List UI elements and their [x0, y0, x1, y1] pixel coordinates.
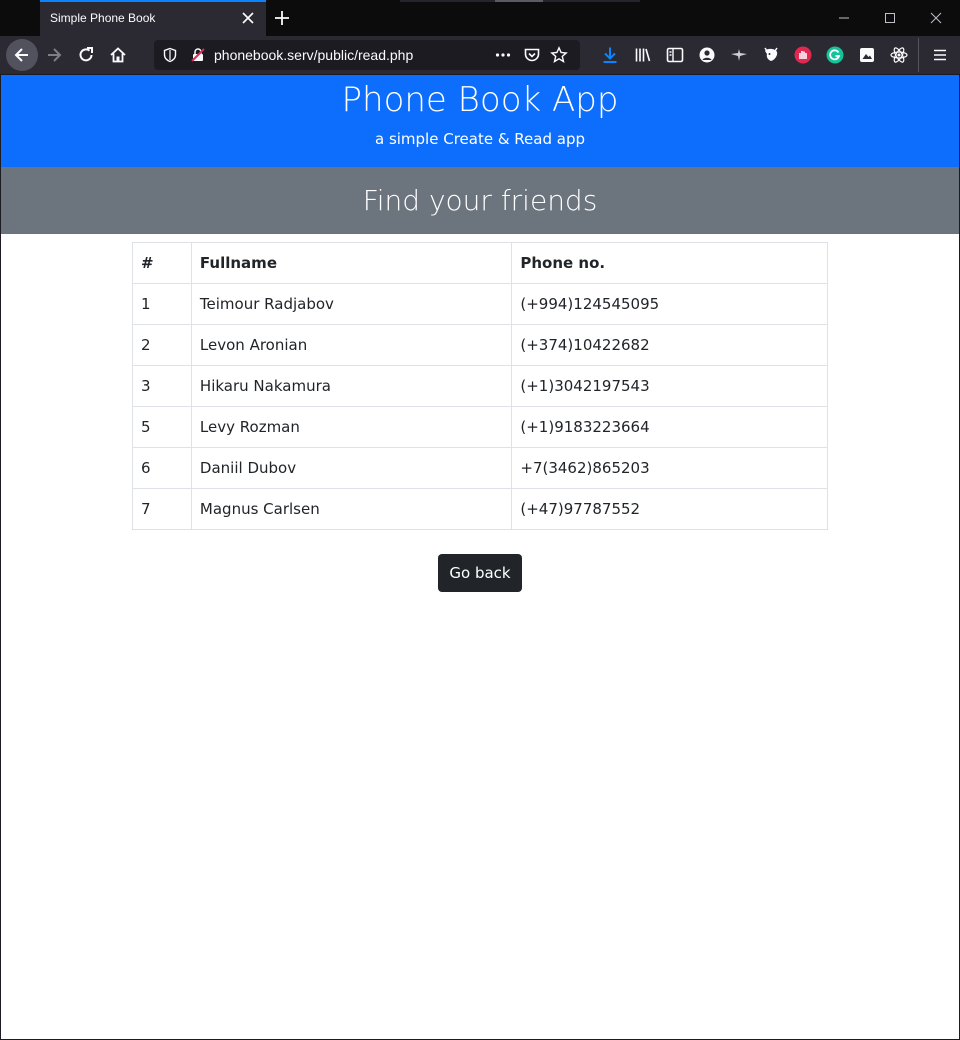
row-id: 5: [132, 406, 192, 448]
page-actions-icon[interactable]: [494, 46, 512, 68]
extension-bird-icon[interactable]: [725, 41, 753, 69]
row-fullname: Magnus Carlsen: [190, 488, 513, 530]
shield-icon[interactable]: [162, 47, 178, 67]
row-phone: (+1)3042197543: [511, 365, 828, 407]
table-row: 6 Daniil Dubov +7(3462)865203: [132, 447, 828, 489]
extension-tile-icon[interactable]: [853, 41, 881, 69]
table-row: 5 Levy Rozman (+1)9183223664: [132, 406, 828, 448]
section-title: Find your friends: [362, 184, 598, 217]
table-row: 7 Magnus Carlsen (+47)97787552: [132, 488, 828, 530]
column-header-number: #: [132, 242, 192, 284]
insecure-lock-icon[interactable]: [190, 47, 206, 67]
close-tab-icon[interactable]: [240, 10, 256, 26]
tab-strip: Simple Phone Book: [0, 0, 960, 36]
maximize-window-icon[interactable]: [878, 6, 902, 30]
minimize-window-icon[interactable]: [832, 6, 856, 30]
row-phone: (+994)124545095: [511, 283, 828, 325]
row-fullname: Teimour Radjabov: [190, 283, 513, 325]
bookmark-star-icon[interactable]: [550, 46, 568, 68]
row-id: 3: [132, 365, 192, 407]
row-id: 2: [132, 324, 192, 366]
browser-tab[interactable]: Simple Phone Book: [40, 0, 266, 36]
page-content: Phone Book App a simple Create & Read ap…: [1, 75, 959, 1039]
close-window-icon[interactable]: [924, 6, 948, 30]
row-id: 1: [132, 283, 192, 325]
row-phone: (+1)9183223664: [511, 406, 828, 448]
extension-gnu-icon[interactable]: [757, 41, 785, 69]
contacts-table: # Fullname Phone no. 1 Teimour Radjabov …: [132, 242, 828, 530]
new-tab-icon[interactable]: [272, 8, 292, 28]
row-fullname: Hikaru Nakamura: [190, 365, 513, 407]
column-header-fullname: Fullname: [190, 242, 513, 284]
toolbar-separator: [918, 38, 919, 72]
hamburger-menu-icon[interactable]: [926, 41, 954, 69]
row-id: 6: [132, 447, 192, 489]
table-header-row: # Fullname Phone no.: [132, 242, 828, 284]
row-phone: (+374)10422682: [511, 324, 828, 366]
table-row: 2 Levon Aronian (+374)10422682: [132, 324, 828, 366]
row-fullname: Levy Rozman: [190, 406, 513, 448]
downloads-icon[interactable]: [596, 41, 624, 69]
tab-title: Simple Phone Book: [50, 11, 156, 25]
home-icon[interactable]: [104, 41, 132, 69]
react-devtools-icon[interactable]: [885, 41, 913, 69]
titlebar-indicator: [495, 0, 543, 2]
row-fullname: Levon Aronian: [190, 324, 513, 366]
grammarly-icon[interactable]: [821, 41, 849, 69]
row-phone: (+47)97787552: [511, 488, 828, 530]
library-icon[interactable]: [629, 41, 657, 69]
navigation-toolbar: phonebook.serv/public/read.php: [0, 36, 960, 74]
reload-icon[interactable]: [72, 41, 100, 69]
sidebar-icon[interactable]: [661, 41, 689, 69]
row-phone: +7(3462)865203: [511, 447, 828, 489]
hero-banner: Phone Book App a simple Create & Read ap…: [1, 75, 959, 167]
app-subtitle: a simple Create & Read app: [374, 130, 585, 148]
forward-arrow-icon[interactable]: [40, 41, 68, 69]
account-icon[interactable]: [693, 41, 721, 69]
table-row: 1 Teimour Radjabov (+994)124545095: [132, 283, 828, 325]
row-fullname: Daniil Dubov: [190, 447, 513, 489]
row-id: 7: [132, 488, 192, 530]
section-banner: Find your friends: [1, 167, 959, 234]
table-row: 3 Hikaru Nakamura (+1)3042197543: [132, 365, 828, 407]
column-header-phone: Phone no.: [511, 242, 828, 284]
back-arrow-icon[interactable]: [6, 39, 38, 71]
ublock-hand-icon[interactable]: [789, 41, 817, 69]
pocket-icon[interactable]: [523, 46, 541, 68]
address-bar[interactable]: phonebook.serv/public/read.php: [154, 40, 580, 70]
go-back-button[interactable]: Go back: [438, 554, 522, 592]
url-text[interactable]: phonebook.serv/public/read.php: [214, 47, 413, 63]
app-title: Phone Book App: [341, 80, 619, 120]
